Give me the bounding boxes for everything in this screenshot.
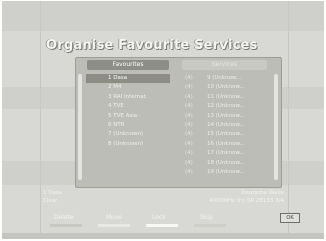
service-name: 19 (Unknow... <box>207 168 245 175</box>
service-item[interactable]: (4) 12 (Unknow... <box>180 102 272 111</box>
favourite-item[interactable]: 4 TVE <box>86 102 170 111</box>
service-group: (4) <box>185 159 193 166</box>
blue-key-bar <box>194 224 226 227</box>
tv-screen: Organise Favourite Services Favourites S… <box>2 1 324 239</box>
service-name: 18 (Unknow... <box>207 159 245 166</box>
favourites-list: 1 Dasa 2 M4 3 RAI Internat. 4 TVE 5 TVE … <box>86 74 170 149</box>
background-band <box>2 1 324 31</box>
service-item[interactable]: (4) 14 (Unknow... <box>180 121 272 130</box>
service-group: (4) <box>185 131 193 138</box>
service-item[interactable]: (4) 13 (Unknow... <box>180 112 272 121</box>
service-group: (4) <box>185 103 193 110</box>
favourite-item[interactable]: 1 Dasa <box>86 74 170 84</box>
service-item[interactable]: (4) 15 (Unknow... <box>180 130 272 139</box>
service-item[interactable]: (4) 16 (Unknow... <box>180 140 272 149</box>
transponder-details: 4000MHz (H) SR 28133 3/4 <box>209 198 284 204</box>
lists-panel: Favourites Services 1 Dasa 2 M4 3 RAI In… <box>75 57 282 188</box>
favourite-item[interactable]: 7 (Unknown) <box>86 130 170 139</box>
service-item[interactable]: (4) 9 (Unknow... <box>180 74 272 83</box>
bottom-strip <box>2 233 324 239</box>
service-group: (4) <box>185 168 193 175</box>
services-header[interactable]: Services <box>182 60 267 70</box>
service-group: (4) <box>185 112 193 119</box>
service-name: 13 (Unknow... <box>207 112 245 119</box>
service-name: 10 (Unknow... <box>207 84 245 91</box>
service-name: 16 (Unknow... <box>207 140 245 147</box>
page-title: Organise Favourite Services <box>46 38 258 53</box>
service-name: 15 (Unknow... <box>207 131 245 138</box>
background-line <box>288 1 289 239</box>
yellow-key-bar <box>146 224 178 227</box>
move-button[interactable]: Move <box>106 214 122 221</box>
service-item[interactable]: (4) 10 (Unknow... <box>180 83 272 92</box>
service-name: 17 (Unknow... <box>207 150 245 157</box>
ok-key-icon: OK <box>280 213 300 223</box>
service-name: 11 (Unknow... <box>207 93 245 100</box>
services-scrollbar[interactable] <box>274 74 278 180</box>
service-group: (4) <box>185 84 193 91</box>
service-group: (4) <box>185 93 193 100</box>
network-name: Deutsche Welle <box>241 190 284 196</box>
current-service-name: 1 Dasa <box>43 190 63 196</box>
current-service-status: Clear <box>43 198 58 204</box>
red-key-bar <box>50 224 82 227</box>
service-item[interactable]: (4) 17 (Unknow... <box>180 149 272 158</box>
skip-button[interactable]: Skip <box>200 214 213 221</box>
service-item[interactable]: (4) 18 (Unknow... <box>180 159 272 168</box>
favourite-item[interactable]: 2 M4 <box>86 83 170 92</box>
favourite-item[interactable]: 5 TVE Asia <box>86 112 170 121</box>
service-group: (4) <box>185 150 193 157</box>
color-key-legend: Delete Move Lock Skip <box>50 214 240 228</box>
service-name: 9 (Unknow... <box>207 75 242 81</box>
service-name: 14 (Unknow... <box>207 121 245 128</box>
service-group: (4) <box>185 75 193 81</box>
delete-button[interactable]: Delete <box>54 214 74 221</box>
transponder-info: Deutsche Welle 4000MHz (H) SR 28133 3/4 <box>209 189 284 205</box>
favourites-header[interactable]: Favourites <box>87 60 169 70</box>
service-group: (4) <box>185 140 193 147</box>
service-item[interactable]: (4) 19 (Unknow... <box>180 168 272 177</box>
green-key-bar <box>98 224 130 227</box>
background-line <box>40 1 41 239</box>
lock-button[interactable]: Lock <box>152 214 166 221</box>
service-group: (4) <box>185 121 193 128</box>
current-service-info: 1 Dasa Clear <box>43 189 62 205</box>
favourite-item[interactable]: 8 (Unknown) <box>86 140 170 149</box>
favourites-scrollbar[interactable] <box>78 74 82 180</box>
services-list: (4) 9 (Unknow... (4) 10 (Unknow... (4) 11 (… <box>180 74 272 177</box>
service-name: 12 (Unknow... <box>207 103 245 110</box>
favourite-item[interactable]: 6 NTR <box>86 121 170 130</box>
service-item[interactable]: (4) 11 (Unknow... <box>180 93 272 102</box>
favourite-item[interactable]: 3 RAI Internat. <box>86 93 170 102</box>
